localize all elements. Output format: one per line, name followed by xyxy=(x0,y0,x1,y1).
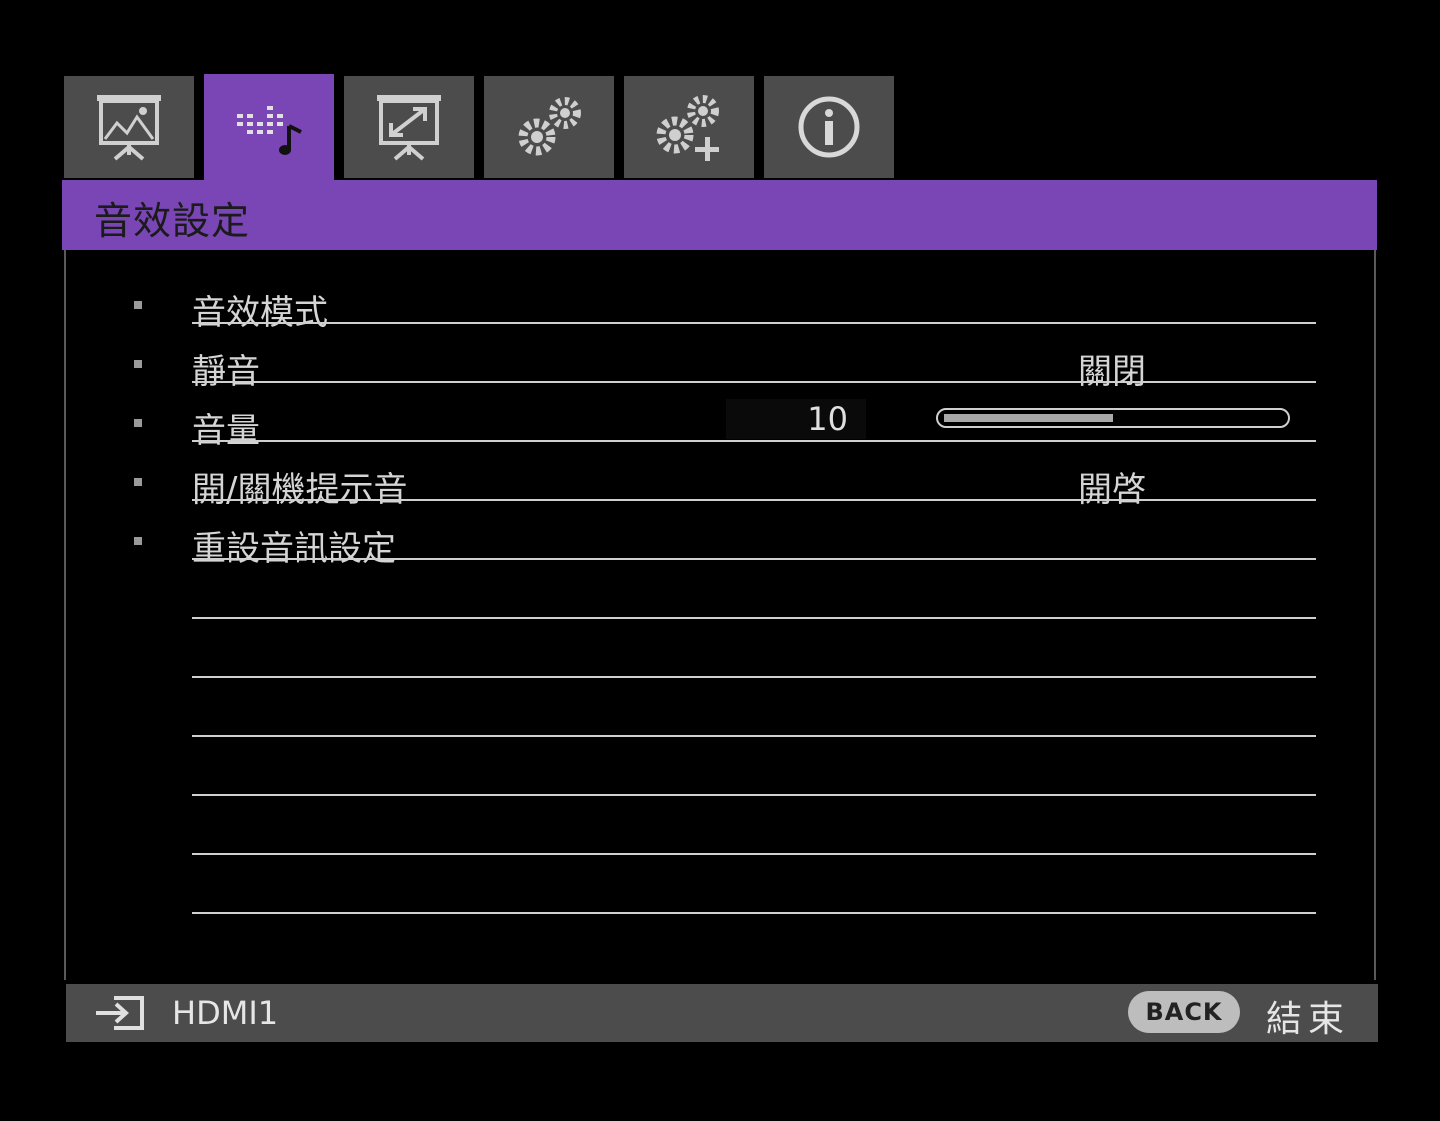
empty-row xyxy=(66,560,1378,619)
advanced-settings-icon xyxy=(656,95,719,161)
empty-row xyxy=(66,855,1378,914)
empty-row xyxy=(66,796,1378,855)
row-divider xyxy=(192,912,1316,914)
menu-item-audio-mode[interactable]: 音效模式 xyxy=(66,265,1378,333)
bullet-icon xyxy=(134,537,142,545)
input-source-label: HDMI1 xyxy=(172,994,279,1032)
info-icon xyxy=(798,96,860,158)
input-source-icon xyxy=(96,996,144,1030)
volume-slider-fill xyxy=(944,414,1113,422)
back-button[interactable]: BACK xyxy=(1128,991,1240,1033)
menu-item-mute[interactable]: 靜音 關閉 xyxy=(66,324,1378,392)
tab-advanced-settings[interactable] xyxy=(624,76,754,178)
tab-info[interactable] xyxy=(764,76,894,178)
menu-item-power-tone[interactable]: 開/關機提示音 開啓 xyxy=(66,442,1378,510)
section-header: 音效設定 xyxy=(62,180,1377,250)
picture-icon xyxy=(97,95,161,161)
tab-display[interactable] xyxy=(344,76,474,178)
exit-label: 結束 xyxy=(1266,999,1351,1040)
menu-item-volume[interactable]: 音量 10 xyxy=(66,383,1378,451)
bullet-icon xyxy=(134,301,142,309)
empty-row xyxy=(66,737,1378,796)
audio-icon xyxy=(237,106,302,155)
tab-audio[interactable] xyxy=(204,74,334,182)
volume-slider[interactable] xyxy=(936,408,1290,428)
settings-icon xyxy=(518,97,581,156)
status-bar: HDMI1 BACK 結束 xyxy=(66,984,1378,1042)
display-icon xyxy=(377,95,441,161)
tab-settings[interactable] xyxy=(484,76,614,178)
tab-picture[interactable] xyxy=(64,76,194,178)
empty-row xyxy=(66,678,1378,737)
menu-panel: 音效模式 靜音 關閉 音量 10 開/關機提示音 開啓 重設音訊設定 xyxy=(64,250,1376,980)
empty-row xyxy=(66,619,1378,678)
bullet-icon xyxy=(134,419,142,427)
bullet-icon xyxy=(134,360,142,368)
menu-item-audio-reset[interactable]: 重設音訊設定 xyxy=(66,501,1378,569)
bullet-icon xyxy=(134,478,142,486)
volume-value: 10 xyxy=(726,399,866,439)
page-title: 音效設定 xyxy=(94,199,251,243)
